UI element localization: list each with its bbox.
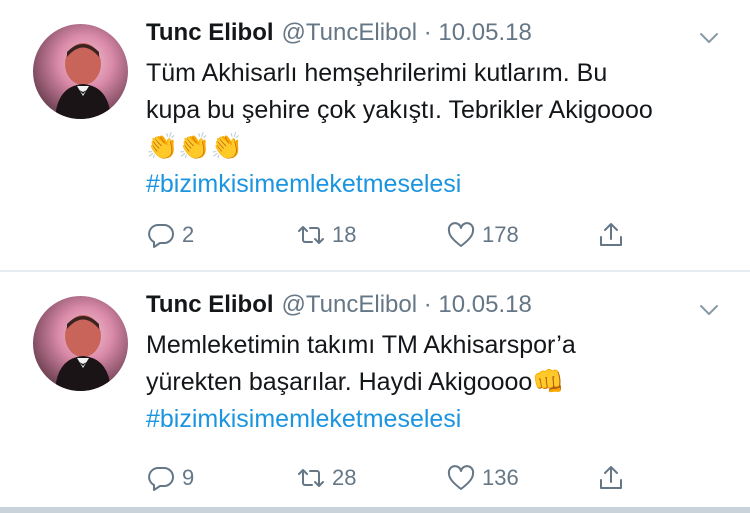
share-button[interactable] — [596, 462, 632, 494]
reply-count: 2 — [182, 222, 195, 247]
like-button[interactable]: 178 — [446, 219, 519, 251]
tweet-header: Tunc Elibol @TuncElibol · 10.05.18 — [146, 290, 532, 320]
retweet-icon — [298, 226, 324, 244]
tweet[interactable]: Tunc Elibol @TuncElibol · 10.05.18 Tüm Ak… — [0, 0, 750, 270]
tweet-text-block: Memleketimin takımı TM Akhisarspor’a yür… — [146, 327, 666, 438]
like-count: 178 — [482, 222, 519, 247]
fist-emoji: 👊 — [532, 367, 565, 397]
chevron-down-icon[interactable] — [698, 27, 720, 49]
hashtag-link[interactable]: #bizimkisimemleketmeselesi — [146, 401, 666, 438]
retweet-button[interactable]: 18 — [296, 219, 356, 251]
author-name[interactable]: Tunc Elibol — [146, 19, 274, 46]
clapping-hands-emoji: 👏👏👏 — [146, 132, 244, 162]
chevron-down-icon[interactable] — [698, 299, 720, 321]
reply-icon — [148, 224, 174, 248]
tweet-text-block: Tüm Akhisarlı hemşehrilerimi kutlarım. B… — [146, 55, 666, 203]
bottom-divider — [0, 507, 750, 513]
like-button[interactable]: 136 — [446, 462, 519, 494]
reply-count: 9 — [182, 465, 195, 490]
like-icon — [447, 465, 475, 490]
tweet[interactable]: Tunc Elibol @TuncElibol · 10.05.18 Memlek… — [0, 272, 750, 507]
tweet-text: Tüm Akhisarlı hemşehrilerimi kutlarım. B… — [146, 59, 653, 124]
tweet-actions: 2 18 178 — [146, 219, 646, 251]
author-handle-date[interactable]: @TuncElibol · 10.05.18 — [282, 291, 532, 318]
author-handle-date[interactable]: @TuncElibol · 10.05.18 — [282, 19, 532, 46]
tweet-actions: 9 28 136 — [146, 462, 646, 494]
retweet-count: 28 — [332, 465, 357, 490]
avatar[interactable] — [33, 296, 128, 391]
author-name[interactable]: Tunc Elibol — [146, 291, 274, 318]
tweet-header: Tunc Elibol @TuncElibol · 10.05.18 — [146, 18, 532, 48]
like-count: 136 — [482, 465, 519, 490]
tweet-text: Memleketimin takımı TM Akhisarspor’a yür… — [146, 331, 576, 396]
retweet-count: 18 — [332, 222, 357, 247]
avatar[interactable] — [33, 24, 128, 119]
reply-icon — [148, 467, 174, 491]
share-button[interactable] — [596, 219, 632, 251]
reply-button[interactable]: 2 — [146, 219, 194, 251]
retweet-button[interactable]: 28 — [296, 462, 356, 494]
retweet-icon — [298, 469, 324, 487]
share-icon — [600, 223, 622, 246]
reply-button[interactable]: 9 — [146, 462, 194, 494]
like-icon — [447, 222, 475, 247]
share-icon — [600, 466, 622, 489]
hashtag-link[interactable]: #bizimkisimemleketmeselesi — [146, 166, 666, 203]
